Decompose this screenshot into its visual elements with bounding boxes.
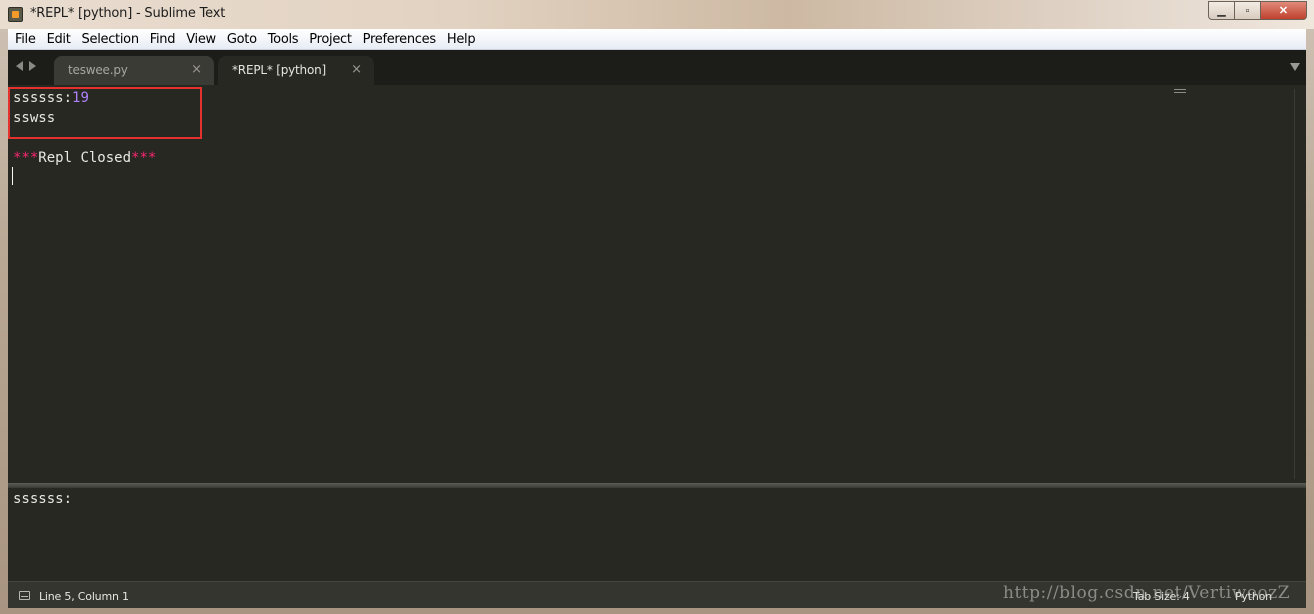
window-titlebar[interactable]: *REPL* [python] - Sublime Text ▁ ▫ ✕: [0, 0, 1314, 29]
tab-nav-arrows: [16, 61, 36, 71]
panel-toggle-icon[interactable]: [19, 591, 30, 600]
sublime-app-icon: [8, 7, 23, 22]
tab-next-arrow-icon[interactable]: [29, 61, 36, 71]
stars-left: ***: [13, 150, 39, 166]
vertical-scrollbar[interactable]: [1294, 89, 1302, 479]
output-number: 19: [72, 90, 89, 106]
menu-project[interactable]: Project: [305, 32, 355, 47]
minimize-button[interactable]: ▁: [1208, 1, 1235, 20]
text-caret: [12, 167, 13, 185]
menu-file[interactable]: File: [11, 32, 40, 47]
repl-closed-text: Repl Closed: [38, 150, 132, 166]
close-button[interactable]: ✕: [1261, 1, 1307, 20]
menu-view[interactable]: View: [182, 32, 220, 47]
code-line-1: ssssss:19: [13, 89, 156, 109]
maximize-button[interactable]: ▫: [1235, 1, 1261, 20]
tab-label: *REPL* [python]: [232, 63, 326, 77]
menu-goto[interactable]: Goto: [223, 32, 261, 47]
menu-find[interactable]: Find: [146, 32, 179, 47]
menu-bar: File Edit Selection Find View Goto Tools…: [8, 29, 1306, 50]
output-prefix: ssssss:: [13, 90, 73, 106]
cursor-position: Line 5, Column 1: [39, 590, 129, 603]
editor-area[interactable]: ssssss:19 sswss ***Repl Closed***: [8, 85, 1306, 483]
menu-preferences[interactable]: Preferences: [359, 32, 440, 47]
code-line-4: ***Repl Closed***: [13, 149, 156, 169]
tab-close-icon[interactable]: ×: [191, 62, 202, 77]
code-content: ssssss:19 sswss ***Repl Closed***: [13, 89, 156, 169]
window-controls: ▁ ▫ ✕: [1208, 1, 1307, 20]
menu-selection[interactable]: Selection: [78, 32, 143, 47]
minimap-icon: [1174, 89, 1186, 95]
input-panel[interactable]: ssssss:: [8, 488, 1306, 581]
code-line-2: sswss: [13, 110, 56, 126]
stars-right: ***: [131, 150, 157, 166]
input-panel-text: ssssss:: [13, 491, 73, 507]
tab-close-icon[interactable]: ×: [351, 62, 362, 77]
window-title: *REPL* [python] - Sublime Text: [30, 6, 226, 21]
menu-edit[interactable]: Edit: [43, 32, 75, 47]
tab-teswee-py[interactable]: teswee.py ×: [54, 56, 214, 85]
tab-list-dropdown-icon[interactable]: [1290, 63, 1300, 71]
menu-tools[interactable]: Tools: [264, 32, 303, 47]
tab-prev-arrow-icon[interactable]: [16, 61, 23, 71]
tab-bar: teswee.py × *REPL* [python] ×: [8, 50, 1306, 85]
watermark: http://blog.csdn.net/VertiwoozZ: [1003, 583, 1291, 603]
menu-help[interactable]: Help: [443, 32, 479, 47]
tab-repl-python[interactable]: *REPL* [python] ×: [218, 56, 374, 85]
tab-label: teswee.py: [68, 63, 128, 77]
